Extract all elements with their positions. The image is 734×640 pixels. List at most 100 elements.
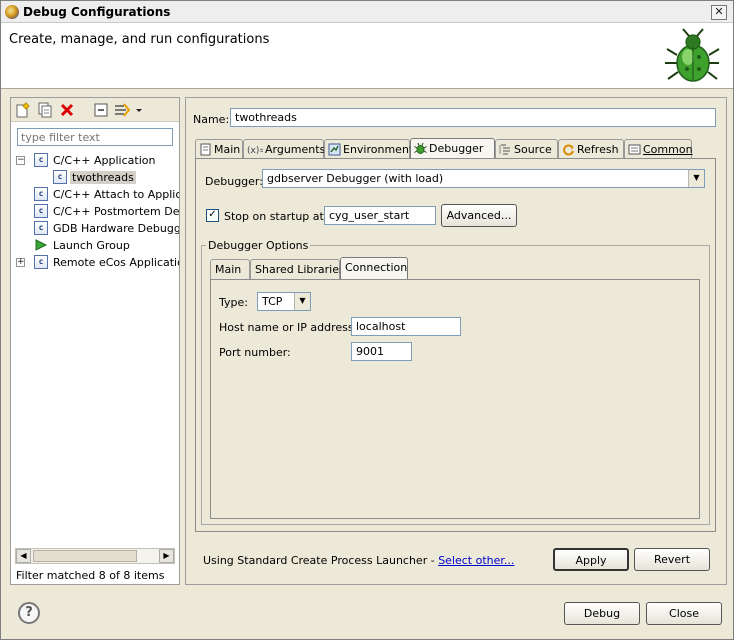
select-other-link[interactable]: Select other... — [438, 554, 514, 567]
collapse-toggle-icon[interactable]: − — [16, 156, 25, 165]
svg-text:(x)=: (x)= — [247, 146, 263, 156]
revert-button[interactable]: Revert — [634, 548, 710, 571]
tree-item-gdb-hardware[interactable]: c GDB Hardware Debuggin — [15, 220, 179, 237]
type-label: Type: — [219, 296, 248, 309]
name-label: Name: — [193, 113, 230, 126]
configuration-tree: − c C/C++ Application c twothreads c C/C… — [15, 152, 179, 271]
new-config-icon[interactable] — [15, 102, 31, 118]
apply-button[interactable]: Apply — [553, 548, 629, 571]
tree-item-remote-ecos[interactable]: + c Remote eCos Application — [15, 254, 179, 271]
window-title: Debug Configurations — [23, 5, 171, 19]
tab-main[interactable]: Main — [195, 139, 243, 159]
tab-label: Debugger — [429, 142, 484, 155]
filter-icon[interactable] — [114, 102, 130, 118]
tree-item-launch-group[interactable]: Launch Group — [15, 237, 179, 254]
inner-tab-shared-libraries[interactable]: Shared Libraries — [250, 259, 345, 279]
configuration-editor: Name: twothreads Main (x)=Arguments Envi… — [185, 97, 727, 585]
c-app-icon: c — [34, 187, 48, 201]
debugger-select-value: gdbserver Debugger (with load) — [267, 172, 444, 185]
tree-item-cpp-postmortem[interactable]: c C/C++ Postmortem Debu — [15, 203, 179, 220]
main-tab-icon — [200, 143, 211, 156]
collapse-all-icon[interactable] — [93, 102, 109, 118]
debugger-label: Debugger: — [205, 175, 263, 188]
tree-item-label: GDB Hardware Debuggin — [53, 222, 179, 235]
debugger-options-tabs: Main Shared Libraries Connection — [210, 257, 710, 279]
duplicate-icon[interactable] — [37, 102, 53, 118]
scroll-right-icon[interactable]: ▶ — [159, 549, 174, 563]
c-app-icon: c — [53, 170, 67, 184]
arguments-icon: (x)= — [247, 146, 263, 156]
debug-configurations-window: Debug Configurations ✕ Create, manage, a… — [0, 0, 734, 640]
stop-on-startup-checkbox[interactable]: ✓ — [206, 209, 219, 222]
scroll-left-icon[interactable]: ◀ — [16, 549, 31, 563]
filter-input[interactable] — [17, 128, 173, 146]
tab-label: Source — [514, 143, 552, 156]
tab-refresh[interactable]: Refresh — [558, 139, 624, 159]
bug-icon — [665, 28, 720, 82]
close-button[interactable]: Close — [646, 602, 722, 625]
help-icon[interactable]: ? — [18, 602, 40, 624]
tree-item-cpp-application[interactable]: − c C/C++ Application — [15, 152, 179, 169]
header-banner: Create, manage, and run configurations — [1, 23, 733, 89]
advanced-button[interactable]: Advanced... — [441, 204, 517, 227]
launcher-info: Using Standard Create Process Launcher -… — [203, 554, 514, 567]
tree-item-twothreads[interactable]: c twothreads — [15, 169, 179, 186]
c-app-icon: c — [34, 204, 48, 218]
name-field[interactable]: twothreads — [230, 108, 716, 127]
delete-icon[interactable] — [59, 102, 75, 118]
horizontal-scrollbar[interactable]: ◀ ▶ — [15, 548, 175, 564]
connection-panel: Type: TCP ▼ Host name or IP address: loc… — [210, 279, 700, 519]
host-field[interactable]: localhost — [351, 317, 461, 336]
chevron-down-icon[interactable]: ▼ — [294, 293, 310, 310]
tab-label: Common — [643, 143, 693, 156]
refresh-icon — [563, 144, 574, 156]
debugger-tab-content: Debugger: gdbserver Debugger (with load)… — [195, 158, 716, 532]
config-tabs: Main (x)=Arguments Environment Debugger … — [195, 138, 718, 160]
host-label: Host name or IP address: — [219, 321, 358, 334]
scroll-thumb[interactable] — [33, 550, 137, 562]
tree-item-cpp-attach[interactable]: c C/C++ Attach to Applica — [15, 186, 179, 203]
connection-type-select[interactable]: TCP ▼ — [257, 292, 311, 311]
configuration-tree-panel: − c C/C++ Application c twothreads c C/C… — [10, 97, 180, 585]
expand-toggle-icon[interactable]: + — [16, 258, 25, 267]
title-bar[interactable]: Debug Configurations ✕ — [1, 1, 733, 23]
tab-label: Environment — [343, 143, 414, 156]
c-app-icon: c — [34, 221, 48, 235]
tab-environment[interactable]: Environment — [324, 139, 414, 159]
port-label: Port number: — [219, 346, 291, 359]
tree-item-label: Launch Group — [53, 239, 130, 252]
tab-common[interactable]: Common — [624, 139, 693, 159]
port-field[interactable]: 9001 — [351, 342, 412, 361]
c-app-icon: c — [34, 255, 48, 269]
tab-source[interactable]: Source — [495, 139, 558, 159]
debug-button[interactable]: Debug — [564, 602, 640, 625]
tree-item-label: C/C++ Postmortem Debu — [53, 205, 179, 218]
common-icon — [628, 144, 641, 155]
chevron-down-icon[interactable]: ▼ — [688, 170, 704, 187]
tab-arguments[interactable]: (x)=Arguments — [243, 139, 326, 159]
inner-tab-connection[interactable]: Connection — [340, 257, 408, 279]
tree-item-label: Remote eCos Application — [53, 256, 179, 269]
inner-tab-main[interactable]: Main — [210, 259, 250, 279]
tab-label: Arguments — [265, 143, 326, 156]
tab-label: Main — [214, 143, 241, 156]
stop-on-startup-label: Stop on startup at: — [224, 210, 328, 223]
dropdown-arrow-icon[interactable] — [135, 102, 143, 118]
tree-item-label: twothreads — [70, 171, 136, 184]
debugger-options-group: Debugger Options Main Shared Libraries C… — [201, 239, 710, 525]
environment-icon — [328, 143, 341, 156]
tab-label: Refresh — [577, 143, 619, 156]
eclipse-icon — [5, 5, 19, 19]
tree-item-label: C/C++ Attach to Applica — [53, 188, 179, 201]
window-close-button[interactable]: ✕ — [711, 5, 727, 20]
stop-symbol-field[interactable]: cyg_user_start — [324, 206, 436, 225]
launch-arrow-icon — [35, 239, 48, 251]
debugger-options-title: Debugger Options — [206, 239, 311, 252]
debugger-select[interactable]: gdbserver Debugger (with load) ▼ — [262, 169, 705, 188]
launcher-text: Using Standard Create Process Launcher - — [203, 554, 439, 567]
tree-toolbar — [11, 98, 179, 122]
c-app-icon: c — [34, 153, 48, 167]
banner-heading: Create, manage, and run configurations — [9, 32, 270, 47]
tree-item-label: C/C++ Application — [53, 154, 156, 167]
tab-debugger[interactable]: Debugger — [410, 138, 495, 160]
